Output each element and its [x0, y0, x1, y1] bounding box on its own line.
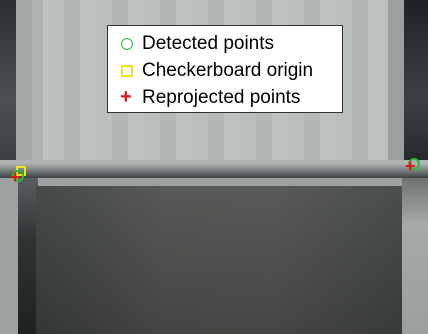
legend-item-reprojected: + Reprojected points: [118, 85, 300, 111]
image-viewport: + + Detected points Checkerboard origin …: [0, 0, 428, 334]
reprojected-point-marker: +: [405, 156, 416, 176]
plus-icon: +: [120, 86, 132, 108]
lower-left-edge: [18, 176, 38, 334]
upper-left-edge: [0, 0, 16, 166]
legend-label: Checkerboard origin: [142, 60, 314, 81]
legend-item-detected: Detected points: [118, 31, 274, 57]
legend: Detected points Checkerboard origin + Re…: [107, 25, 343, 113]
circle-icon: [118, 35, 136, 53]
lower-dark-square: [36, 186, 402, 334]
lower-right-edge: [402, 176, 428, 334]
upper-right-light-edge: [388, 0, 404, 166]
legend-item-origin: Checkerboard origin: [118, 58, 313, 84]
board-seam: [0, 160, 428, 178]
legend-label: Detected points: [142, 33, 275, 54]
reprojected-point-marker: +: [10, 167, 21, 187]
upper-right-dark-edge: [404, 0, 428, 166]
square-icon: [118, 62, 136, 80]
legend-label: Reprojected points: [142, 87, 301, 108]
